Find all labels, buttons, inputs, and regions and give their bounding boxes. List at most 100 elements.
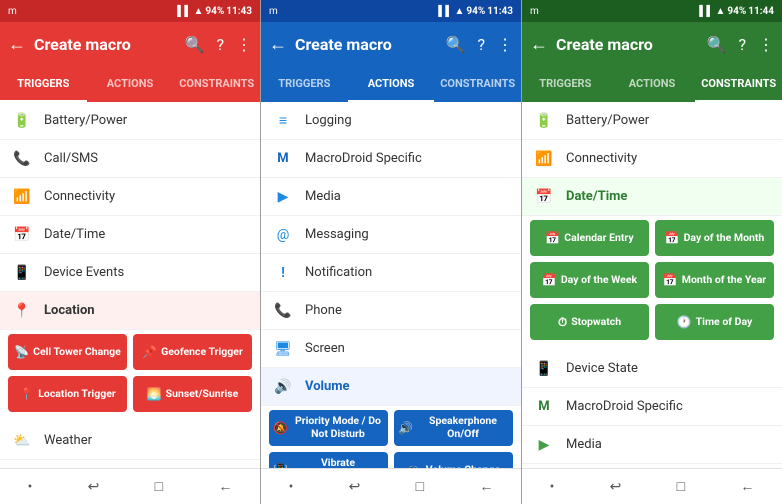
tab-triggers-2[interactable]: Triggers <box>261 66 348 102</box>
sunset-icon: 🌅 <box>147 387 162 401</box>
help-icon-2[interactable]: ? <box>477 35 485 54</box>
list-item-callsms[interactable]: 📞 Call/SMS <box>0 140 260 178</box>
day-of-month-icon: 📅 <box>665 231 680 245</box>
list-item-macrodroid-3[interactable]: M MacroDroid Specific <box>522 388 782 426</box>
calendar-entry-chip[interactable]: 📅 Calendar Entry <box>530 220 649 256</box>
back-button-3[interactable]: ← <box>530 34 548 55</box>
media-label-2: Media <box>305 189 509 204</box>
nav-bar-1: • ↩ □ ← <box>0 468 260 504</box>
nav-home-2[interactable]: □ <box>416 478 424 495</box>
connectivity-label-3: Connectivity <box>566 151 770 166</box>
list-item-datetime[interactable]: 📅 Date/Time <box>0 216 260 254</box>
list-item-connectivity[interactable]: 📶 Connectivity <box>0 178 260 216</box>
top-bar-1: ← Create macro 🔍 ? ⋮ <box>0 22 260 66</box>
vol-chip-row-1: 🔕 Priority Mode / Do Not Disturb 🔊 Speak… <box>269 410 513 446</box>
list-item-media-3[interactable]: ▶ Media <box>522 426 782 464</box>
cell-tower-icon: 📡 <box>14 345 29 359</box>
scroll-3[interactable]: 🔋 Battery/Power 📶 Connectivity 📅 Date/Ti… <box>522 102 782 468</box>
list-item-deviceevents[interactable]: 📱 Device Events <box>0 254 260 292</box>
list-item-devicestate[interactable]: 📱 Device State <box>522 350 782 388</box>
tab-actions-3[interactable]: Actions <box>609 66 696 102</box>
top-bar-3: ← Create macro 🔍 ? ⋮ <box>522 22 782 66</box>
tab-actions-1[interactable]: Actions <box>87 66 174 102</box>
notification-label-2: Notification <box>305 265 509 280</box>
cell-tower-chip[interactable]: 📡 Cell Tower Change <box>8 334 127 370</box>
speakerphone-chip[interactable]: 🔊 Speakerphone On/Off <box>394 410 513 446</box>
tab-constraints-3[interactable]: Constraints <box>695 66 782 102</box>
list-item-macrodroid-2[interactable]: M MacroDroid Specific <box>261 140 521 178</box>
nav-back-1[interactable]: ← <box>218 478 232 495</box>
list-item-volume[interactable]: 🔊 Volume <box>261 368 521 406</box>
scroll-1[interactable]: 🔋 Battery/Power 📞 Call/SMS 📶 Connectivit… <box>0 102 260 468</box>
sunset-chip[interactable]: 🌅 Sunset/Sunrise <box>133 376 252 412</box>
list-item-logging[interactable]: ≡ Logging <box>261 102 521 140</box>
volume-icon-item: 🔊 <box>273 379 293 395</box>
tab-constraints-2[interactable]: Constraints <box>434 66 521 102</box>
weather-icon-item: ⛅ <box>12 433 32 449</box>
list-item-media-2[interactable]: ▶ Media <box>261 178 521 216</box>
devicestate-icon: 📱 <box>534 361 554 377</box>
list-item-location[interactable]: 📍 Location <box>0 292 260 330</box>
search-icon-3[interactable]: 🔍 <box>707 35 727 54</box>
nav-home-3[interactable]: □ <box>677 478 685 495</box>
macrodroid-icon-3: M <box>534 399 554 414</box>
search-icon-1[interactable]: 🔍 <box>185 35 205 54</box>
list-item-macrodroid[interactable]: M MacroDroid Specific <box>0 460 260 468</box>
help-icon-1[interactable]: ? <box>216 35 224 54</box>
overflow-icon-2[interactable]: ⋮ <box>497 35 513 54</box>
day-of-month-chip[interactable]: 📅 Day of the Month <box>655 220 774 256</box>
list-item-datetime-3[interactable]: 📅 Date/Time <box>522 178 782 216</box>
scroll-2[interactable]: ≡ Logging M MacroDroid Specific ▶ Media … <box>261 102 521 468</box>
help-icon-3[interactable]: ? <box>738 35 746 54</box>
time-of-day-chip[interactable]: 🕐 Time of Day <box>655 304 774 340</box>
stopwatch-chip[interactable]: ⏱ Stopwatch <box>530 304 649 340</box>
list-item-battery[interactable]: 🔋 Battery/Power <box>0 102 260 140</box>
panel-constraints: m ▌▌ ▲ 94% 11:44 ← Create macro 🔍 ? ⋮ Tr… <box>522 0 782 504</box>
overflow-icon-3[interactable]: ⋮ <box>758 35 774 54</box>
content-area-3: 🔋 Battery/Power 📶 Connectivity 📅 Date/Ti… <box>522 102 782 468</box>
deviceevents-icon-item: 📱 <box>12 265 32 281</box>
day-of-week-icon: 📅 <box>542 273 557 287</box>
back-button-2[interactable]: ← <box>269 34 287 55</box>
location-trigger-chip[interactable]: 📍 Location Trigger <box>8 376 127 412</box>
stopwatch-label: Stopwatch <box>571 316 621 329</box>
search-icon-2[interactable]: 🔍 <box>446 35 466 54</box>
battery-icon-2: 94% <box>466 6 485 17</box>
priority-mode-chip[interactable]: 🔕 Priority Mode / Do Not Disturb <box>269 410 388 446</box>
list-item-connectivity-3[interactable]: 📶 Connectivity <box>522 140 782 178</box>
nav-back-3[interactable]: ← <box>740 478 754 495</box>
nav-recent-3[interactable]: ↩ <box>610 479 622 495</box>
nav-home-1[interactable]: □ <box>155 478 163 495</box>
list-item-weather[interactable]: ⛅ Weather <box>0 422 260 460</box>
back-button-1[interactable]: ← <box>8 34 26 55</box>
nav-recent-1[interactable]: ↩ <box>88 479 100 495</box>
list-item-notification-2[interactable]: ! Notification <box>261 254 521 292</box>
geofence-chip[interactable]: 📌 Geofence Trigger <box>133 334 252 370</box>
nav-back-2[interactable]: ← <box>479 478 493 495</box>
tab-constraints-1[interactable]: Constraints <box>173 66 260 102</box>
list-item-screen-2[interactable]: 🖥 Screen <box>261 330 521 368</box>
vibrate-chip[interactable]: 📳 Vibrate Enable/Disable <box>269 452 388 468</box>
nav-bar-2: • ↩ □ ← <box>261 468 521 504</box>
month-of-year-label: Month of the Year <box>682 274 766 287</box>
panel-actions: m ▌▌ ▲ 94% 11:43 ← Create macro 🔍 ? ⋮ Tr… <box>261 0 521 504</box>
month-of-year-chip[interactable]: 📅 Month of the Year <box>655 262 774 298</box>
day-of-month-label: Day of the Month <box>684 232 765 245</box>
wifi-icon: ▲ <box>193 6 203 17</box>
devicestate-label: Device State <box>566 361 770 376</box>
tab-triggers-1[interactable]: Triggers <box>0 66 87 102</box>
volume-change-chip[interactable]: 🔉 Volume Change <box>394 452 513 468</box>
screen-icon-2: 🖥 <box>273 341 293 357</box>
nav-recent-2[interactable]: ↩ <box>349 479 361 495</box>
chip-row-2: 📍 Location Trigger 🌅 Sunset/Sunrise <box>8 376 252 412</box>
tab-row-1: Triggers Actions Constraints <box>0 66 260 102</box>
day-of-week-chip[interactable]: 📅 Day of the Week <box>530 262 649 298</box>
tab-actions-2[interactable]: Actions <box>348 66 435 102</box>
speakerphone-label: Speakerphone On/Off <box>417 415 509 440</box>
content-area-2: ≡ Logging M MacroDroid Specific ▶ Media … <box>261 102 521 468</box>
overflow-icon-1[interactable]: ⋮ <box>236 35 252 54</box>
list-item-battery-3[interactable]: 🔋 Battery/Power <box>522 102 782 140</box>
list-item-phone-2[interactable]: 📞 Phone <box>261 292 521 330</box>
tab-triggers-3[interactable]: Triggers <box>522 66 609 102</box>
list-item-messaging[interactable]: @ Messaging <box>261 216 521 254</box>
